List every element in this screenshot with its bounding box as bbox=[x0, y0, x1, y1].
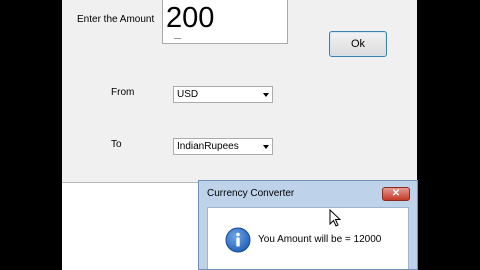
text-caret bbox=[174, 38, 181, 39]
amount-label: Enter the Amount bbox=[77, 14, 155, 25]
from-currency-value: USD bbox=[177, 89, 199, 100]
to-label: To bbox=[111, 139, 122, 150]
message-dialog: Currency Converter ✕ You Amount will be … bbox=[198, 180, 418, 270]
close-button[interactable]: ✕ bbox=[382, 187, 410, 201]
mouse-cursor-icon bbox=[329, 209, 341, 227]
ok-button[interactable]: Ok bbox=[329, 31, 387, 57]
chevron-down-icon bbox=[263, 93, 269, 97]
to-currency-value: IndianRupees bbox=[177, 141, 239, 152]
to-currency-select[interactable]: IndianRupees bbox=[173, 138, 273, 155]
close-icon: ✕ bbox=[391, 188, 401, 199]
amount-input[interactable]: 200 bbox=[162, 0, 288, 44]
chevron-down-icon bbox=[263, 145, 269, 149]
ok-button-label: Ok bbox=[350, 38, 366, 50]
from-currency-select[interactable]: USD bbox=[173, 86, 273, 103]
dialog-message: You Amount will be = 12000 bbox=[258, 234, 382, 245]
info-icon bbox=[225, 227, 251, 253]
from-label: From bbox=[111, 87, 135, 98]
dialog-title: Currency Converter bbox=[207, 188, 295, 199]
amount-value: 200 bbox=[166, 2, 215, 34]
dialog-body: You Amount will be = 12000 bbox=[207, 207, 409, 269]
